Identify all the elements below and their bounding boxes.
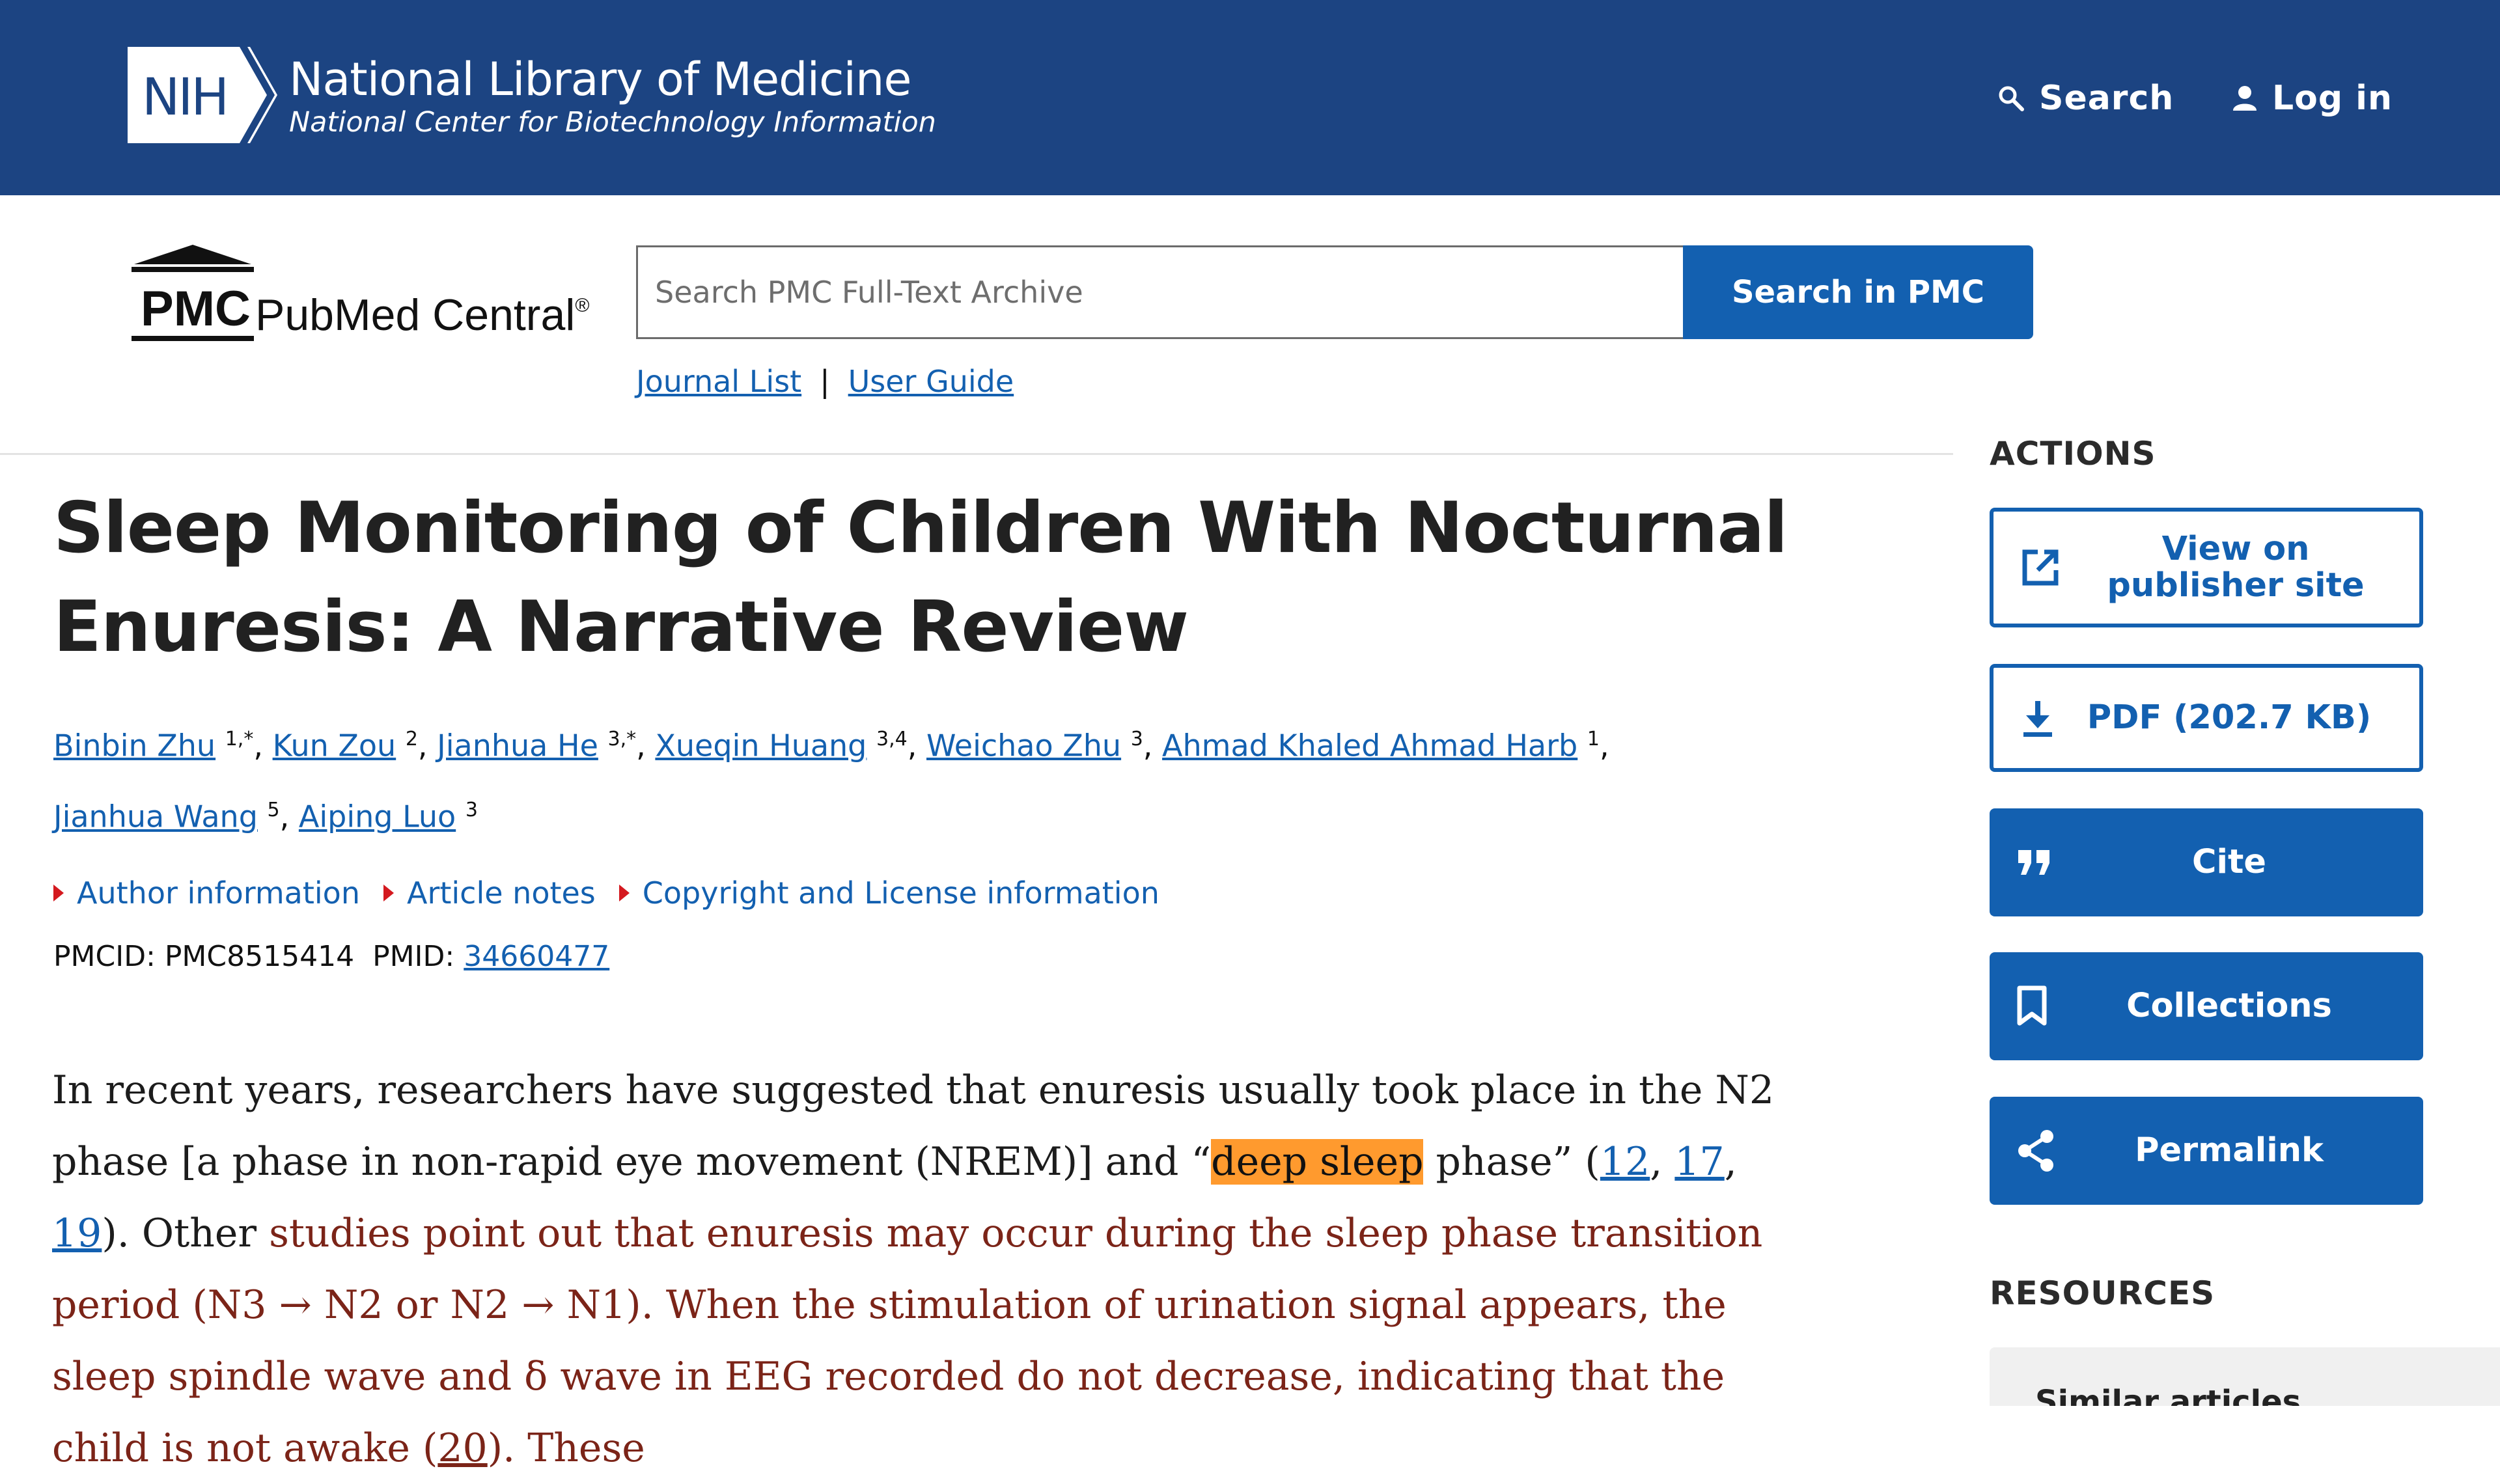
author-list: Binbin Zhu 1,*, Kun Zou 2, Jianhua He 3,… [53,728,1609,834]
reference-link[interactable]: 17 [1674,1139,1724,1185]
link-separator: | [820,364,830,399]
author-affiliation: 3 [465,799,478,822]
pmcid-label: PMCID: PMC8515414 [53,940,355,973]
similar-articles-label: Similar articles [2035,1384,2301,1406]
cite-button[interactable]: Cite [1990,808,2423,916]
search-icon [1999,86,2024,111]
author-link[interactable]: Kun Zou [273,728,396,763]
author-affiliation: 2 [405,728,418,750]
pmid-label: PMID: [372,940,455,973]
download-icon [2023,701,2052,737]
ncbi-subtitle: National Center for Biotechnology Inform… [289,106,936,139]
pmid-link[interactable]: 34660477 [464,940,609,973]
search-highlight: deep sleep [1211,1139,1424,1185]
external-link-icon [2022,549,2059,586]
pmc-logo[interactable]: PMC [128,245,258,341]
user-guide-link[interactable]: User Guide [848,364,1014,399]
top-search-label: Search [2039,79,2174,118]
header-divider [0,453,1953,455]
search-in-pmc-button[interactable]: Search in PMC [1683,245,2033,339]
registered-mark: ® [575,295,590,316]
toggle-label: Author information [77,875,360,911]
author-link[interactable]: Jianhua He [437,728,598,763]
journal-list-link[interactable]: Journal List [636,364,801,399]
share-icon [2018,1130,2053,1172]
author-link[interactable]: Xueqin Huang [655,728,867,763]
copyright-license-toggle[interactable]: Copyright and License information [618,872,1160,914]
similar-articles-panel[interactable]: Similar articles [1990,1347,2500,1406]
top-search-link[interactable]: Search [1997,76,2174,121]
pmc-name-text: PubMed Central [255,290,576,340]
caret-right-icon [53,885,64,901]
author-link[interactable]: Ahmad Khaled Ahmad Harb [1162,728,1577,763]
nih-logo[interactable]: NIH [128,47,277,143]
body-text-segment-emphasis: studies point out that enuresis may occu… [52,1211,1762,1471]
collections-button[interactable]: Collections [1990,952,2423,1060]
login-label: Log in [2272,79,2393,118]
author-link[interactable]: Weichao Zhu [926,728,1121,763]
permalink-button[interactable]: Permalink [1990,1097,2423,1205]
article-ids: PMCID: PMC8515414 PMID: 34660477 [53,937,609,976]
article-title: Sleep Monitoring of Children With Noctur… [53,488,1788,668]
actions-heading: ACTIONS [1990,435,2156,473]
author-link[interactable]: Binbin Zhu [53,728,215,763]
article-info-toggles: Author information Article notes Copyrig… [53,872,1160,914]
user-icon [2233,86,2257,111]
pmc-sub-links: Journal List | User Guide [636,362,1014,401]
caret-right-icon [618,885,630,901]
cite-label: Cite [2192,843,2266,881]
reference-link[interactable]: 12 [1600,1139,1650,1185]
author-link[interactable]: Jianhua Wang [53,799,258,834]
author-link[interactable]: Aiping Luo [299,799,456,834]
pdf-download-button[interactable]: PDF (202.7 KB) [1990,664,2423,772]
body-text-segment: studies point out that enuresis may occu… [52,1211,1763,1471]
author-information-toggle[interactable]: Author information [53,872,360,914]
body-text-segment: ). Other [102,1211,257,1256]
author-affiliation: 1 [1587,728,1600,750]
author-affiliation: 3,* [607,728,637,750]
article-body-paragraph: In recent years, researchers have sugges… [52,1067,1775,1471]
toggle-label: Copyright and License information [642,875,1160,911]
view-publisher-button[interactable]: View on publisher site [1990,508,2423,627]
resources-heading: RESOURCES [1990,1274,2215,1312]
login-link[interactable]: Log in [2232,76,2393,121]
caret-right-icon [383,885,394,901]
author-affiliation: 3,4 [876,728,908,750]
pmc-site-name[interactable]: PubMed Central® [255,280,589,341]
nih-logo-text: NIH [142,68,227,127]
pdf-label: PDF (202.7 KB) [2087,698,2372,737]
collections-label: Collections [2126,987,2332,1025]
bookmark-icon [2017,985,2047,1026]
nih-banner: NIH National Library of Medicine Nationa… [0,0,2500,195]
pmc-search-input[interactable] [636,245,1683,339]
nlm-title: National Library of Medicine [289,53,911,106]
reference-link[interactable]: 19 [52,1211,102,1256]
author-affiliation: 1,* [225,728,254,750]
article-notes-toggle[interactable]: Article notes [383,872,596,914]
author-affiliation: 5 [267,799,280,822]
toggle-label: Article notes [406,875,596,911]
author-affiliation: 3 [1130,728,1143,750]
body-text-segment: ). These [487,1425,645,1471]
body-text-segment: phase” ( [1423,1139,1600,1185]
pmc-logo-text: PMC [141,281,251,337]
reference-link[interactable]: 20 [438,1425,487,1471]
quote-icon [2018,850,2049,875]
